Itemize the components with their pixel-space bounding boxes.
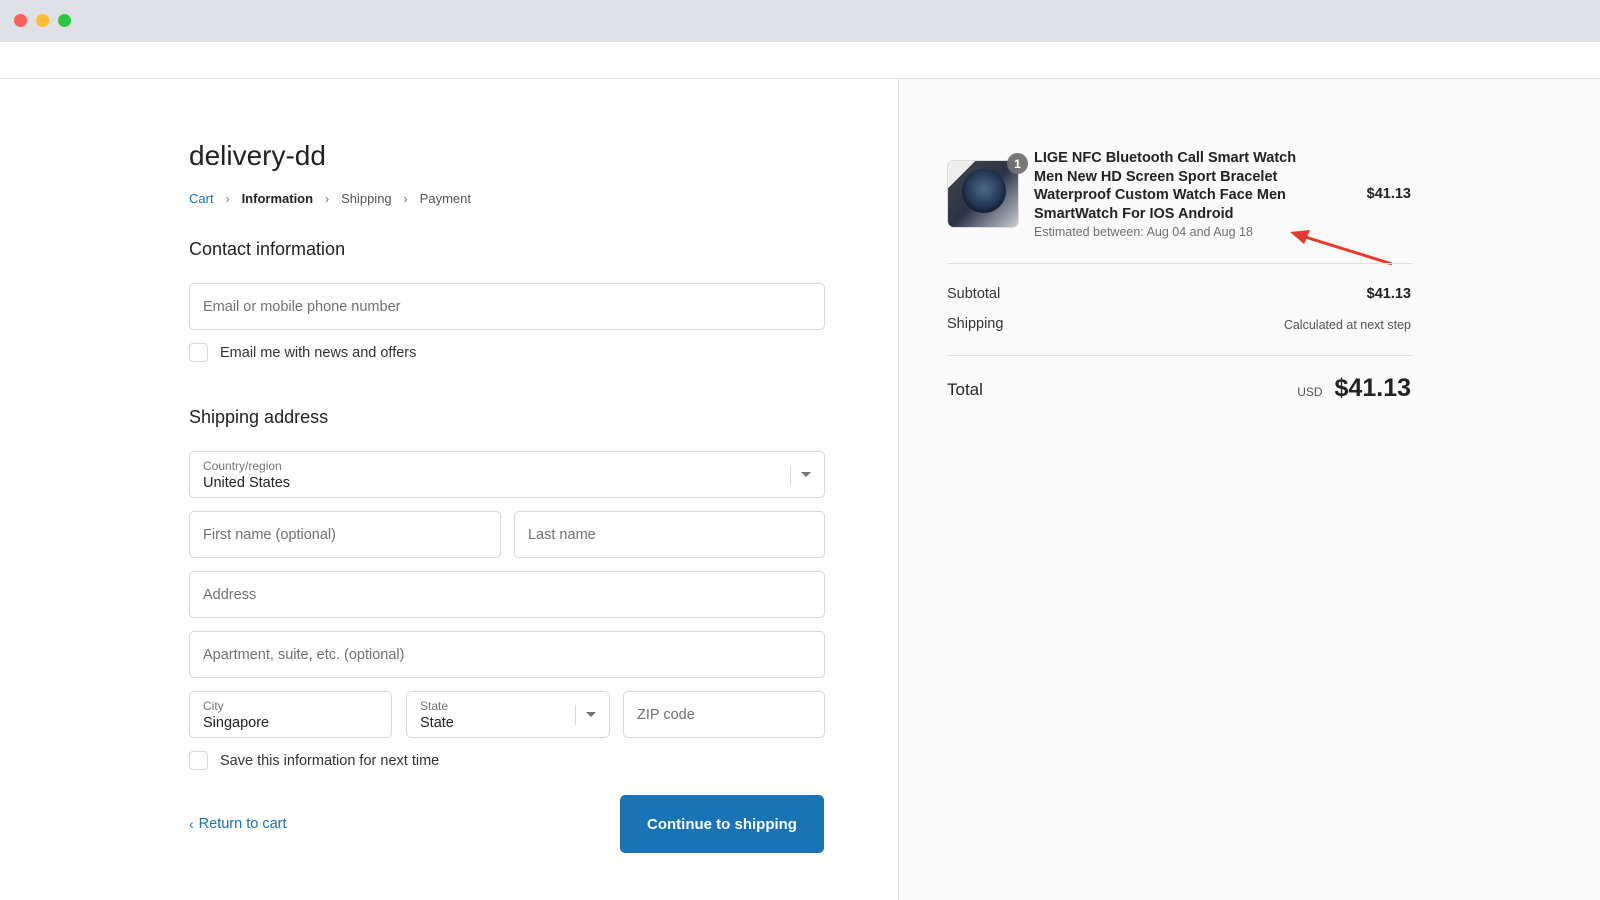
shipping-address-heading: Shipping address	[189, 407, 329, 427]
newsletter-label: Email me with news and offers	[220, 344, 417, 361]
state-select[interactable]: State State	[406, 691, 610, 738]
country-value: United States	[203, 475, 291, 491]
country-label: Country/region	[203, 459, 282, 473]
chevron-left-icon: ‹	[189, 816, 194, 832]
total-label: Total	[947, 380, 983, 399]
breadcrumb-cart[interactable]: Cart	[189, 191, 214, 206]
continue-to-shipping-button[interactable]: Continue to shipping	[620, 795, 824, 853]
breadcrumb-shipping: Shipping	[341, 191, 392, 206]
arrow-head	[1290, 230, 1310, 244]
total-value: $41.13	[1334, 374, 1411, 402]
city-label: City	[203, 699, 224, 713]
minimize-window-button[interactable]	[36, 14, 49, 27]
save-info-checkbox[interactable]	[189, 751, 208, 770]
chevron-right-icon: ›	[325, 191, 330, 206]
city-field[interactable]: City Singapore	[189, 691, 392, 738]
browser-toolbar	[0, 42, 1600, 79]
quantity-badge: 1	[1007, 153, 1028, 174]
breadcrumb: Cart › Information › Shipping › Payment	[189, 191, 471, 206]
email-field[interactable]: Email or mobile phone number	[189, 283, 825, 330]
window-titlebar	[0, 0, 1600, 42]
red-arrow-icon	[1290, 230, 1393, 266]
chevron-right-icon: ›	[403, 191, 408, 206]
select-divider	[575, 705, 576, 725]
first-name-placeholder: First name (optional)	[203, 526, 336, 543]
subtotal-value: $41.13	[1366, 286, 1411, 302]
shipping-label: Shipping	[947, 316, 1004, 332]
email-placeholder: Email or mobile phone number	[203, 298, 401, 315]
summary-divider	[947, 355, 1413, 356]
address-placeholder: Address	[203, 586, 257, 603]
first-name-field[interactable]: First name (optional)	[189, 511, 501, 558]
country-select[interactable]: Country/region United States	[189, 451, 825, 498]
last-name-placeholder: Last name	[528, 526, 596, 543]
state-label: State	[420, 699, 449, 713]
shop-title: delivery-dd	[189, 140, 326, 171]
save-info-label: Save this information for next time	[220, 752, 440, 769]
return-to-cart-link[interactable]: ‹ Return to cart	[189, 816, 287, 832]
smartwatch-image	[947, 160, 1019, 228]
total-amount: USD $41.13	[1297, 374, 1411, 403]
newsletter-option[interactable]: Email me with news and offers	[189, 343, 416, 362]
return-to-cart-label: Return to cart	[198, 816, 287, 832]
zip-code-placeholder: ZIP code	[637, 706, 695, 723]
apartment-field[interactable]: Apartment, suite, etc. (optional)	[189, 631, 825, 678]
state-value: State	[420, 715, 454, 731]
save-info-option[interactable]: Save this information for next time	[189, 751, 439, 770]
chevron-right-icon: ›	[225, 191, 230, 206]
delivery-estimate: Estimated between: Aug 04 and Aug 18	[1034, 225, 1253, 239]
maximize-window-button[interactable]	[58, 14, 71, 27]
city-value: Singapore	[203, 715, 270, 731]
summary-divider	[947, 263, 1413, 264]
zip-code-field[interactable]: ZIP code	[623, 691, 825, 738]
breadcrumb-payment: Payment	[419, 191, 471, 206]
product-price: $41.13	[1366, 186, 1411, 202]
newsletter-checkbox[interactable]	[189, 343, 208, 362]
shipping-value: Calculated at next step	[1283, 318, 1411, 332]
chevron-down-icon	[586, 712, 596, 717]
subtotal-label: Subtotal	[947, 286, 1001, 302]
arrow-shaft	[1301, 234, 1393, 266]
apartment-placeholder: Apartment, suite, etc. (optional)	[203, 646, 405, 663]
select-divider	[790, 465, 791, 485]
watch-face-graphic	[962, 169, 1006, 213]
address-field[interactable]: Address	[189, 571, 825, 618]
product-name: LIGE NFC Bluetooth Call Smart Watch Men …	[1034, 150, 1297, 222]
contact-information-heading: Contact information	[189, 239, 346, 259]
last-name-field[interactable]: Last name	[514, 511, 825, 558]
breadcrumb-information: Information	[241, 191, 314, 206]
close-window-button[interactable]	[14, 14, 27, 27]
total-currency: USD	[1297, 385, 1323, 399]
chevron-down-icon	[801, 472, 811, 477]
